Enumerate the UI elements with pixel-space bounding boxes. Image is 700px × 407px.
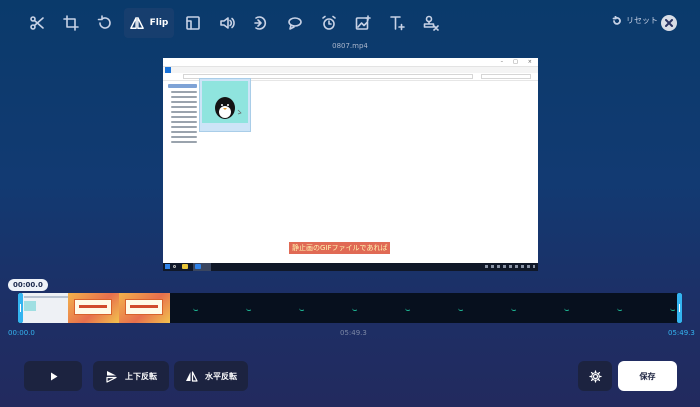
play-icon [50, 372, 57, 380]
loading-spinner [193, 305, 199, 311]
system-tray [485, 265, 535, 268]
aspect-ratio-tool-button[interactable] [178, 8, 208, 38]
reset-label: リセット [626, 16, 658, 25]
video-filename: 0807.mp4 [332, 42, 368, 50]
frame-detail [24, 301, 36, 311]
horizontal-flip-label: 水平反転 [205, 371, 237, 381]
horizontal-flip-icon [186, 370, 198, 382]
nav-item [171, 91, 197, 93]
save-button[interactable]: 保存 [618, 361, 677, 391]
cut-tool-button[interactable] [22, 8, 52, 38]
flip-tool-button[interactable]: Flip [124, 8, 174, 38]
thumbnail-image [202, 81, 248, 123]
close-button[interactable] [661, 15, 677, 31]
volume-icon [220, 17, 235, 29]
alarm-clock-icon [322, 15, 336, 30]
add-text-icon [390, 16, 405, 31]
rotate-tool-button[interactable] [90, 8, 120, 38]
nav-item [171, 101, 197, 103]
taskbar-folder-icon [182, 264, 188, 269]
nav-item [171, 96, 197, 98]
speed-tool-button[interactable] [246, 8, 276, 38]
nav-item [171, 121, 197, 123]
window-close-icon: × [527, 59, 532, 65]
add-image-tool-button[interactable] [348, 8, 378, 38]
taskbar-search-icon [173, 265, 176, 268]
loading-spinner [670, 305, 676, 311]
navigation-pane [165, 81, 197, 261]
nav-item [171, 111, 197, 113]
nav-item [171, 106, 197, 108]
settings-button[interactable] [578, 361, 612, 391]
timeline-frame [22, 293, 70, 323]
nav-item [171, 116, 197, 118]
timeline-start-time: 00:00.0 [8, 329, 35, 337]
nav-item [171, 141, 197, 143]
crop-tool-button[interactable] [56, 8, 86, 38]
loading-spinner [564, 305, 570, 311]
timer-tool-button[interactable] [314, 8, 344, 38]
rotate-icon [97, 15, 111, 29]
timeline-end-time: 05:49.3 [668, 329, 695, 337]
loading-spinner [617, 305, 623, 311]
crop-icon [63, 15, 79, 31]
window-titlebar: – □ × [163, 58, 538, 67]
gear-icon [588, 369, 602, 383]
penguin-icon [215, 97, 242, 119]
maximize-icon: □ [513, 59, 518, 65]
reset-button[interactable]: リセット [612, 15, 658, 26]
minimize-icon: – [500, 59, 504, 65]
search-field [481, 74, 531, 79]
subtitle-caption: 静止画のGIFファイルであれば [289, 242, 391, 254]
timeline-frame [68, 293, 119, 323]
add-image-icon [355, 15, 371, 30]
flip-tool-label: Flip [149, 18, 169, 28]
speed-icon [254, 16, 267, 30]
trim-end-handle[interactable] [677, 293, 682, 323]
volume-tool-button[interactable] [212, 8, 242, 38]
flip-icon [129, 17, 144, 29]
frame-detail [74, 299, 112, 315]
loading-spinner [299, 305, 305, 311]
remove-watermark-tool-button[interactable] [416, 8, 446, 38]
stamp-eraser-icon [423, 15, 439, 31]
windows-taskbar [163, 263, 538, 271]
frame-detail [125, 299, 163, 315]
add-text-tool-button[interactable] [382, 8, 412, 38]
aspect-ratio-icon [186, 16, 200, 30]
loading-spinner [458, 305, 464, 311]
horizontal-flip-button[interactable]: 水平反転 [174, 361, 248, 391]
reset-icon [612, 15, 621, 25]
play-button[interactable] [24, 361, 82, 391]
timeline-duration: 05:49.3 [340, 329, 367, 337]
timeline-track[interactable] [18, 293, 682, 323]
loop-tool-button[interactable] [280, 8, 310, 38]
nav-item [171, 126, 197, 128]
loop-icon [288, 17, 302, 30]
explorer-body [163, 78, 538, 263]
file-thumbnail [199, 78, 251, 132]
current-time-indicator: 00:00.0 [8, 279, 48, 291]
close-icon [665, 19, 673, 27]
video-preview[interactable]: – □ × 静止画のGIFファイルであれば [163, 58, 538, 271]
nav-item [171, 136, 197, 138]
nav-item [171, 131, 197, 133]
editor-toolbar: Flip [22, 8, 446, 38]
trim-start-handle[interactable] [18, 293, 23, 323]
loading-spinner [405, 305, 411, 311]
taskbar-app-icon [195, 264, 201, 269]
loading-spinner [352, 305, 358, 311]
loading-spinner [246, 305, 252, 311]
scissors-icon [30, 16, 44, 30]
nav-item [168, 84, 197, 88]
vertical-flip-label: 上下反転 [125, 371, 157, 381]
loading-spinner [511, 305, 517, 311]
vertical-flip-icon [106, 370, 117, 383]
timeline-frame [119, 293, 170, 323]
frame-detail [24, 296, 68, 298]
vertical-flip-button[interactable]: 上下反転 [93, 361, 169, 391]
start-icon [165, 264, 170, 269]
